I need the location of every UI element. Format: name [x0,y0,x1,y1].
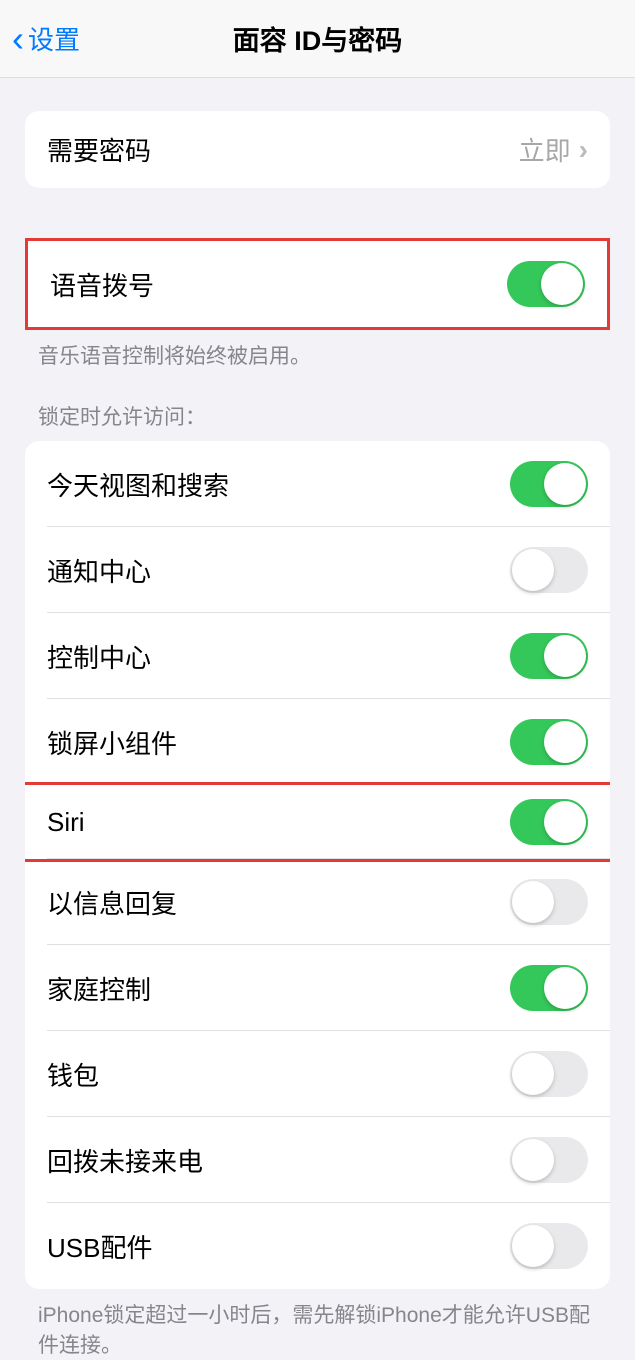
group-voice-dial: 语音拨号 [25,238,610,330]
home-control-toggle[interactable] [510,965,588,1011]
toggle-knob [544,967,586,1009]
control-center-label: 控制中心 [47,638,151,675]
require-passcode-row[interactable]: 需要密码 立即 › [25,111,610,188]
wallet-toggle[interactable] [510,1051,588,1097]
toggle-knob [512,881,554,923]
usb-footer: iPhone锁定超过一小时后，需先解锁iPhone才能允许USB配件连接。 [38,1301,597,1360]
toggle-knob [512,1053,554,1095]
toggle-knob [512,1139,554,1181]
lock-access-header: 锁定时允许访问： [38,401,597,431]
siri-toggle[interactable] [510,799,588,845]
control-center-toggle[interactable] [510,633,588,679]
cell-right: 立即 › [519,131,588,168]
chevron-right-icon: › [579,134,588,166]
back-button[interactable]: ‹ 设置 [12,20,80,57]
voice-dial-label: 语音拨号 [50,266,154,303]
wallet-label: 钱包 [47,1056,99,1093]
control-center-row: 控制中心 [25,613,610,699]
usb-accessories-row: USB配件 [25,1203,610,1289]
lockscreen-widgets-toggle[interactable] [510,719,588,765]
reply-with-message-label: 以信息回复 [47,884,177,921]
return-missed-calls-row: 回拨未接来电 [25,1117,610,1203]
voice-dial-row: 语音拨号 [28,241,607,327]
notification-center-label: 通知中心 [47,552,151,589]
usb-accessories-toggle[interactable] [510,1223,588,1269]
usb-accessories-label: USB配件 [47,1228,152,1265]
lockscreen-widgets-label: 锁屏小组件 [47,724,177,761]
group-lock-access: 今天视图和搜索 通知中心 控制中心 锁屏小组件 Siri [25,441,610,1289]
nav-bar: ‹ 设置 面容 ID与密码 [0,0,635,78]
voice-dial-footer: 音乐语音控制将始终被启用。 [38,342,597,371]
today-view-label: 今天视图和搜索 [47,466,229,503]
notification-center-toggle[interactable] [510,547,588,593]
toggle-knob [544,721,586,763]
notification-center-row: 通知中心 [25,527,610,613]
page-title: 面容 ID与密码 [233,19,403,58]
wallet-row: 钱包 [25,1031,610,1117]
chevron-left-icon: ‹ [12,21,24,57]
siri-label: Siri [47,807,85,838]
home-control-label: 家庭控制 [47,970,151,1007]
home-control-row: 家庭控制 [25,945,610,1031]
today-view-toggle[interactable] [510,461,588,507]
toggle-knob [541,263,583,305]
reply-with-message-toggle[interactable] [510,879,588,925]
siri-row: Siri [25,785,610,859]
return-missed-calls-label: 回拨未接来电 [47,1142,203,1179]
reply-with-message-row: 以信息回复 [25,859,610,945]
today-view-row: 今天视图和搜索 [25,441,610,527]
toggle-knob [512,549,554,591]
back-label: 设置 [28,20,80,57]
toggle-knob [544,801,586,843]
require-passcode-label: 需要密码 [47,131,151,168]
toggle-knob [544,635,586,677]
return-missed-calls-toggle[interactable] [510,1137,588,1183]
group-require-passcode: 需要密码 立即 › [25,111,610,188]
lockscreen-widgets-row: 锁屏小组件 [25,699,610,785]
voice-dial-toggle[interactable] [507,261,585,307]
require-passcode-value: 立即 [519,131,571,168]
toggle-knob [544,463,586,505]
toggle-knob [512,1225,554,1267]
